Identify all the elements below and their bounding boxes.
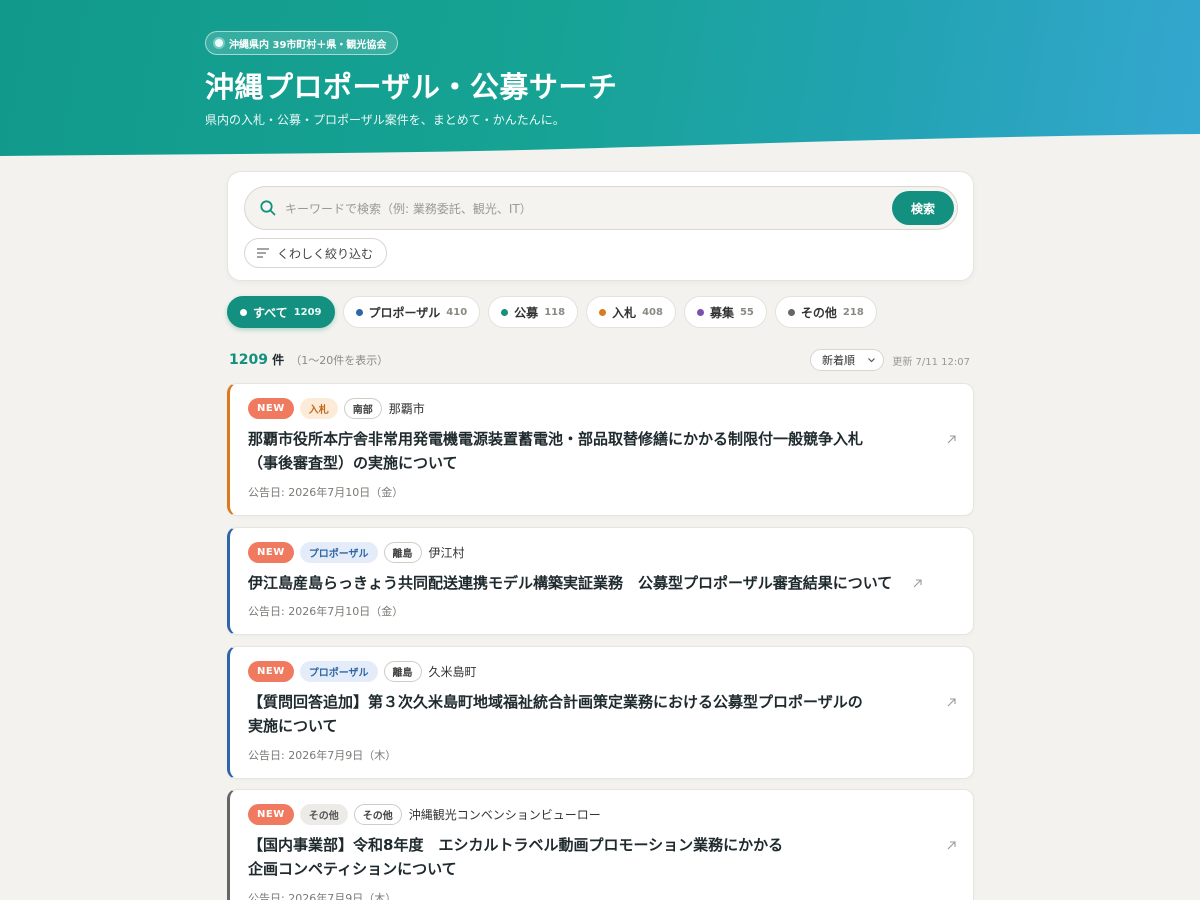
tab-count: 118: [544, 306, 566, 318]
sort-value: 新着順: [822, 354, 855, 367]
advanced-filter-label: くわしく絞り込む: [277, 246, 374, 261]
listing-title-line: 【質問回答追加】第３次久米島町地域福祉統合計画策定業務における公募型プロポーザル…: [248, 693, 863, 711]
category-tabs: すべて 1209 プロポーザル 410 公募 118 入札 408 募集 55 …: [227, 296, 877, 328]
tab-other[interactable]: その他 218: [774, 296, 877, 328]
coverage-badge-label: 沖縄県内 39市町村＋県・観光協会: [229, 39, 387, 51]
tab-label: 入札: [612, 305, 637, 320]
listing-title-line: 伊江島産島らっきょう共同配送連携モデル構築実証業務 公募型プロポーザル審査結果に…: [248, 574, 893, 592]
filter-icon: [257, 248, 269, 258]
notice-date: 公告日: 2026年7月10日（金）: [248, 486, 404, 499]
tab-dot: [599, 308, 607, 316]
listing-title[interactable]: 【質問回答追加】第３次久米島町地域福祉統合計画策定業務における公募型プロポーザル…: [248, 690, 908, 738]
tab-dot: [501, 308, 509, 316]
tab-count: 408: [642, 306, 663, 318]
notice-date: 公告日: 2026年7月10日（金）: [248, 605, 404, 618]
search-panel: 検索 くわしく絞り込む: [227, 171, 974, 281]
tab-label: 募集: [709, 305, 734, 320]
chevron-down-icon: [868, 358, 875, 363]
tab-count: 1209: [293, 306, 322, 318]
sort-select[interactable]: 新着順: [810, 349, 884, 371]
listing-title-line: （事後審査型）の実施について: [248, 454, 458, 472]
search-button[interactable]: 検索: [892, 191, 954, 225]
tab-dot: [696, 308, 704, 316]
notice-date: 公告日: 2026年7月9日（木）: [248, 892, 397, 900]
organization: 久米島町: [428, 665, 477, 679]
tab-label: その他: [800, 305, 837, 320]
sparkle-icon: [215, 39, 223, 47]
area-badge: 離島: [383, 661, 422, 682]
wave-divider: [0, 134, 1200, 170]
result-count: 1209 件 （1〜20件を表示）: [229, 351, 388, 368]
search-bar: 検索: [244, 186, 958, 230]
page-title: 沖縄プロポーザル・公募サーチ: [205, 70, 618, 104]
new-badge: NEW: [248, 542, 294, 563]
type-badge: その他: [299, 804, 348, 825]
listing-title[interactable]: 那覇市役所本庁舎非常用発電機電源装置蓄電池・部品取替修繕にかかる制限付一般競争入…: [248, 427, 908, 475]
result-range: （1〜20件を表示）: [290, 354, 389, 367]
type-badge: プロポーザル: [299, 542, 378, 563]
new-badge: NEW: [248, 661, 294, 682]
organization: 那覇市: [388, 402, 425, 416]
tab-proposal[interactable]: プロポーザル 410: [342, 296, 481, 328]
header-banner: 沖縄県内 39市町村＋県・観光協会 沖縄プロポーザル・公募サーチ 県内の入札・公…: [0, 0, 1200, 170]
external-link-icon[interactable]: [946, 840, 957, 851]
tab-dot: [355, 308, 363, 316]
tab-count: 55: [739, 306, 754, 318]
area-badge: 離島: [383, 542, 422, 563]
page-subtitle: 県内の入札・公募・プロポーザル案件を、まとめて・かんたんに。: [205, 113, 565, 127]
notice-date: 公告日: 2026年7月9日（木）: [248, 749, 397, 762]
advanced-filter-button[interactable]: くわしく絞り込む: [244, 238, 388, 268]
new-badge: NEW: [248, 804, 294, 825]
area-badge: その他: [353, 804, 402, 825]
listing-title-line: 実施について: [248, 717, 338, 735]
tab-public-offering[interactable]: 公募 118: [488, 296, 579, 328]
listing-title-line: 企画コンペティションについて: [248, 860, 457, 878]
new-badge: NEW: [248, 398, 294, 419]
tab-dot: [787, 308, 795, 316]
organization: 沖縄観光コンベンションビューロー: [408, 808, 601, 822]
result-summary: 1209 件 （1〜20件を表示） 新着順 更新 7/11 12:07: [229, 349, 972, 371]
external-link-icon[interactable]: [946, 434, 957, 445]
listing-title[interactable]: 伊江島産島らっきょう共同配送連携モデル構築実証業務 公募型プロポーザル審査結果に…: [248, 571, 948, 595]
tab-dot: [240, 308, 247, 316]
tab-label: すべて: [253, 305, 288, 320]
search-icon: [260, 200, 276, 216]
tab-recruitment[interactable]: 募集 55: [683, 296, 767, 328]
tab-all[interactable]: すべて 1209: [227, 296, 335, 328]
listing-card[interactable]: NEW その他 その他 沖縄観光コンベンションビューロー 【国内事業部】令和8年…: [227, 789, 974, 900]
listing-title-line: 【国内事業部】令和8年度 エシカルトラベル動画プロモーション業務にかかる: [248, 836, 784, 854]
listing-title-line: 那覇市役所本庁舎非常用発電機電源装置蓄電池・部品取替修繕にかかる制限付一般競争入…: [248, 430, 864, 448]
tab-count: 218: [842, 306, 864, 318]
last-updated: 更新 7/11 12:07: [892, 357, 970, 368]
tab-label: プロポーザル: [368, 305, 441, 320]
type-badge: プロポーザル: [299, 661, 378, 682]
area-badge: 南部: [343, 398, 382, 419]
tab-label: 公募: [514, 305, 539, 320]
result-total: 1209: [229, 352, 268, 368]
listing-card[interactable]: NEW 入札 南部 那覇市 那覇市役所本庁舎非常用発電機電源装置蓄電池・部品取替…: [227, 383, 974, 516]
search-input[interactable]: [285, 197, 875, 221]
result-unit: 件: [272, 353, 285, 367]
organization: 伊江村: [428, 546, 465, 560]
listing-card[interactable]: NEW プロポーザル 離島 久米島町 【質問回答追加】第３次久米島町地域福祉統合…: [227, 646, 974, 779]
tab-bidding[interactable]: 入札 408: [586, 296, 676, 328]
listing-card[interactable]: NEW プロポーザル 離島 伊江村 伊江島産島らっきょう共同配送連携モデル構築実…: [227, 527, 974, 635]
coverage-badge: 沖縄県内 39市町村＋県・観光協会: [205, 31, 399, 55]
tab-count: 410: [446, 306, 468, 318]
listing-title[interactable]: 【国内事業部】令和8年度 エシカルトラベル動画プロモーション業務にかかる 企画コ…: [248, 833, 908, 881]
external-link-icon[interactable]: [912, 578, 923, 589]
type-badge: 入札: [299, 398, 338, 419]
external-link-icon[interactable]: [946, 697, 957, 708]
